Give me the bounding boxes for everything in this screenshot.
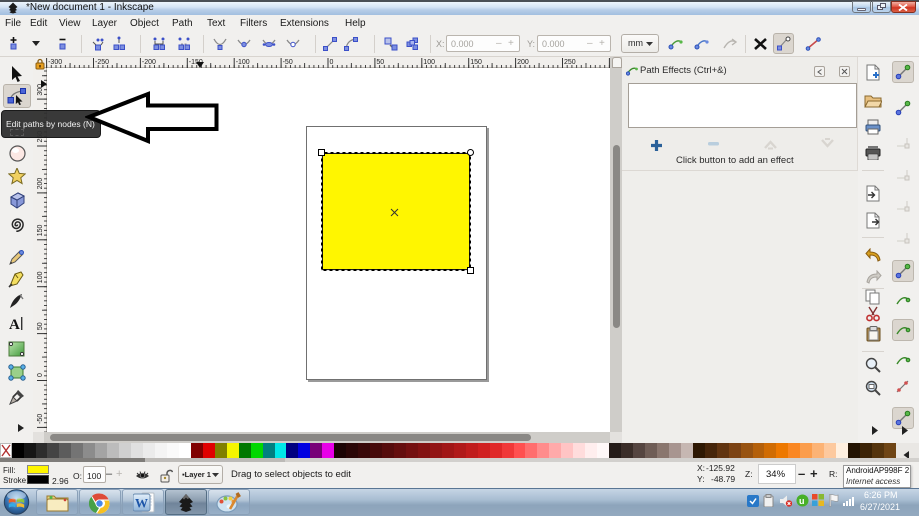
svg-text:W: W xyxy=(135,496,148,511)
svg-text:150: 150 xyxy=(37,225,44,237)
svg-text:0: 0 xyxy=(37,373,44,377)
svg-text:100: 100 xyxy=(37,271,44,283)
svg-text:u: u xyxy=(799,496,805,506)
svg-text:-100: -100 xyxy=(236,59,250,66)
svg-text:50: 50 xyxy=(376,59,384,66)
svg-text:250: 250 xyxy=(564,59,576,66)
svg-text:0: 0 xyxy=(330,59,334,66)
svg-text:50: 50 xyxy=(37,322,44,330)
svg-text:-200: -200 xyxy=(142,59,156,66)
svg-text:100: 100 xyxy=(423,59,435,66)
svg-text:-50: -50 xyxy=(37,414,44,424)
svg-text:A: A xyxy=(9,317,20,331)
svg-text:-50: -50 xyxy=(283,59,293,66)
svg-text:-300: -300 xyxy=(48,59,62,66)
svg-text:-250: -250 xyxy=(95,59,109,66)
svg-text:200: 200 xyxy=(37,178,44,190)
svg-text:200: 200 xyxy=(517,59,529,66)
svg-text:150: 150 xyxy=(470,59,482,66)
